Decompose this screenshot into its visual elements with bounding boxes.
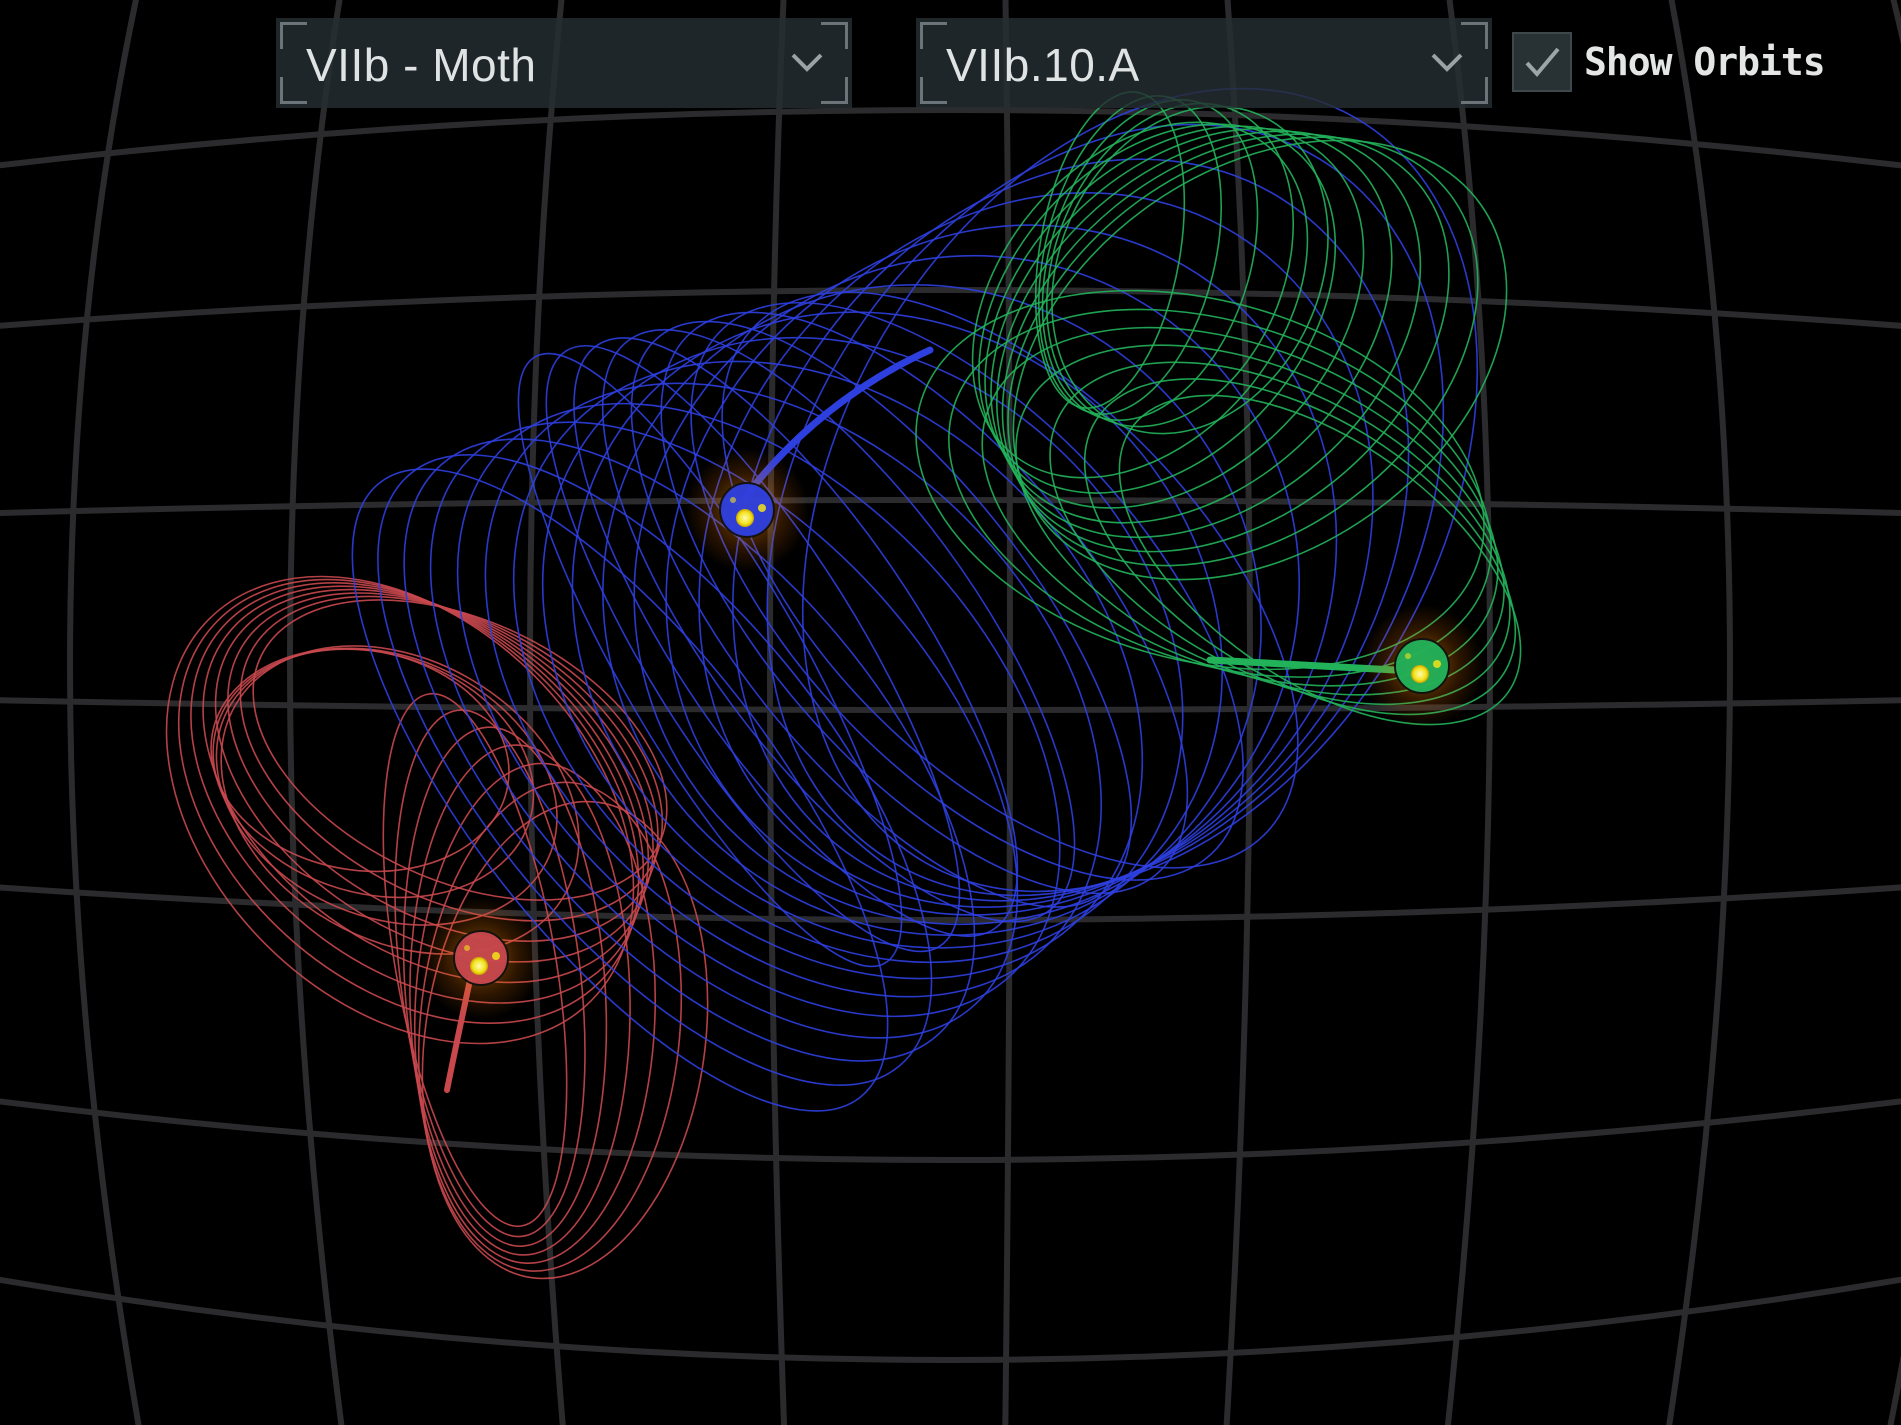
chevron-down-icon (1431, 53, 1463, 72)
grid-line (527, 0, 566, 1425)
corner-bracket (280, 22, 307, 49)
background-grid (0, 0, 1901, 1425)
corner-bracket (821, 77, 848, 104)
chevron-down-icon (791, 53, 823, 72)
orbit-path (660, 311, 1189, 895)
green-body (1360, 604, 1484, 728)
checkmark-icon (1525, 47, 1560, 78)
show-orbits-toggle[interactable]: Show Orbits (1512, 30, 1826, 94)
grid-line (0, 107, 1901, 169)
grid-line (0, 1098, 1901, 1163)
grid-line (0, 1276, 1901, 1363)
grid-line (67, 0, 142, 1425)
blue-body (685, 448, 809, 572)
variant-dropdown-value: VIIb.10.A (946, 39, 1140, 91)
grid-line (0, 497, 1901, 517)
system-dropdown-value: VIIb - Moth (306, 39, 537, 91)
orbit-path (1034, 91, 1186, 409)
corner-bracket (280, 77, 307, 104)
corner-bracket (920, 77, 947, 104)
grid-line (1887, 0, 1901, 1425)
grid-line (0, 287, 1901, 329)
red-body (419, 896, 543, 1020)
corner-bracket (1461, 77, 1488, 104)
grid-line (0, 0, 1901, 4)
system-dropdown[interactable]: VIIb - Moth (276, 18, 852, 108)
grid-line (1666, 0, 1733, 1425)
variant-dropdown[interactable]: VIIb.10.A (916, 18, 1492, 108)
show-orbits-checkbox[interactable] (1512, 32, 1572, 92)
corner-bracket (821, 22, 848, 49)
corner-bracket (1461, 22, 1488, 49)
corner-bracket (920, 22, 947, 49)
grid-line (287, 0, 345, 1425)
orbit-path (665, 224, 1338, 916)
show-orbits-label: Show Orbits (1584, 40, 1826, 84)
simulation-viewport[interactable] (0, 0, 1901, 1425)
red-orbit-trail (165, 575, 709, 1280)
orbit-path (190, 582, 645, 1004)
grid-line (0, 697, 1901, 713)
orbit-path (210, 647, 510, 873)
